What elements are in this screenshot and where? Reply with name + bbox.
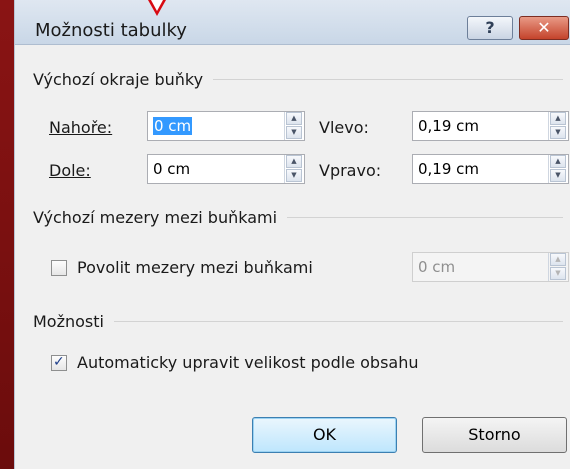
right-margin-field[interactable]: 0,19 cm ▲ ▼ xyxy=(412,154,569,184)
close-button[interactable]: ✕ xyxy=(519,16,569,40)
cell-spacing-heading: Výchozí mezery mezi buňkami xyxy=(33,208,278,227)
callout-arrow-fill xyxy=(151,0,163,11)
bottom-margin-stepper: ▲ ▼ xyxy=(284,155,304,183)
bottom-margin-field[interactable]: 0 cm ▲ ▼ xyxy=(147,154,305,184)
top-margin-stepper: ▲ ▼ xyxy=(284,112,304,140)
spin-up-icon[interactable]: ▲ xyxy=(550,155,566,168)
section-divider xyxy=(213,79,563,80)
spin-up-icon[interactable]: ▲ xyxy=(286,155,302,168)
spin-up-icon[interactable]: ▲ xyxy=(550,253,566,266)
left-margin-value[interactable]: 0,19 cm xyxy=(418,117,479,135)
right-margin-value[interactable]: 0,19 cm xyxy=(418,160,479,178)
options-heading: Možnosti xyxy=(33,312,104,331)
allow-spacing-checkbox[interactable] xyxy=(51,260,67,276)
spin-down-icon[interactable]: ▼ xyxy=(286,126,302,139)
section-divider xyxy=(113,321,563,322)
section-divider xyxy=(287,217,563,218)
bottom-margin-value[interactable]: 0 cm xyxy=(153,160,190,178)
spin-down-icon[interactable]: ▼ xyxy=(550,169,566,182)
options-section: Možnosti xyxy=(33,312,563,331)
spin-up-icon[interactable]: ▲ xyxy=(550,112,566,125)
autofit-label[interactable]: Automaticky upravit velikost podle obsah… xyxy=(77,353,418,372)
top-margin-value[interactable]: 0 cm xyxy=(153,117,193,135)
spin-down-icon[interactable]: ▼ xyxy=(550,267,566,280)
cell-margins-heading: Výchozí okraje buňky xyxy=(33,70,204,89)
right-margin-stepper: ▲ ▼ xyxy=(548,155,568,183)
cancel-button[interactable]: Storno xyxy=(422,417,567,453)
cell-spacing-stepper: ▲ ▼ xyxy=(548,253,568,281)
table-options-dialog: Možnosti tabulky ? ✕ Výchozí okraje buňk… xyxy=(14,0,570,469)
spin-down-icon[interactable]: ▼ xyxy=(286,169,302,182)
spin-up-icon[interactable]: ▲ xyxy=(286,112,302,125)
autofit-checkbox[interactable]: ✓ xyxy=(51,354,67,371)
cell-spacing-section: Výchozí mezery mezi buňkami xyxy=(33,208,563,227)
title-bar[interactable]: Možnosti tabulky ? ✕ xyxy=(15,0,570,45)
cell-spacing-value[interactable]: 0 cm xyxy=(418,258,455,276)
left-margin-stepper: ▲ ▼ xyxy=(548,112,568,140)
allow-spacing-label[interactable]: Povolit mezery mezi buňkami xyxy=(77,258,313,277)
help-icon: ? xyxy=(485,18,495,37)
cell-spacing-field[interactable]: 0 cm ▲ ▼ xyxy=(412,252,569,282)
left-margin-field[interactable]: 0,19 cm ▲ ▼ xyxy=(412,111,569,141)
ok-button[interactable]: OK xyxy=(252,417,397,453)
dialog-title: Možnosti tabulky xyxy=(35,20,187,41)
top-margin-label: Nahoře: xyxy=(49,118,113,137)
bottom-margin-label: Dole: xyxy=(49,161,91,180)
left-margin-label: Vlevo: xyxy=(319,118,369,137)
top-margin-field[interactable]: 0 cm ▲ ▼ xyxy=(147,111,305,141)
help-button[interactable]: ? xyxy=(467,16,513,40)
window-frame xyxy=(0,0,14,469)
close-icon: ✕ xyxy=(537,18,551,37)
right-margin-label: Vpravo: xyxy=(319,161,382,180)
spin-down-icon[interactable]: ▼ xyxy=(550,126,566,139)
cell-margins-section: Výchozí okraje buňky xyxy=(33,70,563,89)
check-icon: ✓ xyxy=(53,354,65,370)
